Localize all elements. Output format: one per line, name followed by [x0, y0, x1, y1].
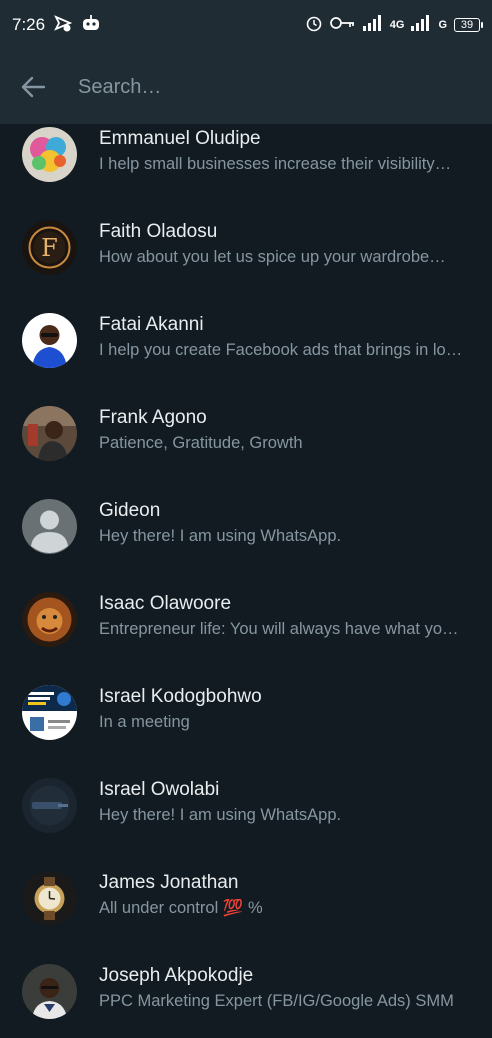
- contact-text: Faith Oladosu How about you let us spice…: [99, 221, 474, 267]
- contact-item[interactable]: Joseph Akpokodje PPC Marketing Expert (F…: [0, 945, 492, 1038]
- avatar: [22, 871, 77, 926]
- contact-about: I help small businesses increase their v…: [99, 155, 452, 173]
- contact-item[interactable]: James Jonathan All under control 💯 %: [0, 852, 492, 945]
- avatar: [22, 406, 77, 461]
- contact-item[interactable]: F Faith Oladosu How about you let us spi…: [0, 201, 492, 294]
- contact-about: In a meeting: [99, 713, 190, 731]
- avatar: [22, 592, 77, 647]
- contact-about: Hey there! I am using WhatsApp.: [99, 806, 342, 824]
- contact-item[interactable]: Israel Kodogbohwo In a meeting: [0, 666, 492, 759]
- avatar: [22, 778, 77, 833]
- contact-about: Entrepreneur life: You will always have …: [99, 620, 459, 638]
- contact-item[interactable]: Gideon Hey there! I am using WhatsApp.: [0, 480, 492, 573]
- key-icon: [329, 15, 356, 35]
- contact-item[interactable]: Fatai Akanni I help you create Facebook …: [0, 294, 492, 387]
- contact-name: Israel Kodogbohwo: [99, 686, 262, 707]
- sim2-network: G: [438, 19, 447, 31]
- signal-icon-2: [411, 14, 431, 36]
- contact-about: Patience, Gratitude, Growth: [99, 434, 303, 452]
- contact-about: Hey there! I am using WhatsApp.: [99, 527, 342, 545]
- status-bar: 7:26 4G G 39: [0, 0, 492, 50]
- search-input[interactable]: [76, 74, 440, 100]
- avatar: F: [22, 220, 77, 275]
- contact-text: Israel Owolabi Hey there! I am using Wha…: [99, 779, 474, 825]
- contact-name: Israel Owolabi: [99, 779, 220, 800]
- battery-icon: 39: [454, 18, 483, 32]
- contact-item[interactable]: Emmanuel Oludipe I help small businesses…: [0, 108, 492, 201]
- contact-item[interactable]: Israel Owolabi Hey there! I am using Wha…: [0, 759, 492, 852]
- contact-text: Israel Kodogbohwo In a meeting: [99, 686, 474, 732]
- signal-icon: [362, 14, 383, 36]
- contact-item[interactable]: Frank Agono Patience, Gratitude, Growth: [0, 387, 492, 480]
- contact-name: James Jonathan: [99, 872, 239, 893]
- avatar: [22, 685, 77, 740]
- contact-text: Frank Agono Patience, Gratitude, Growth: [99, 407, 474, 453]
- contact-text: Gideon Hey there! I am using WhatsApp.: [99, 500, 474, 546]
- contact-about: All under control 💯 %: [99, 899, 263, 917]
- contact-text: Isaac Olawoore Entrepreneur life: You wi…: [99, 593, 474, 639]
- contact-name: Fatai Akanni: [99, 314, 204, 335]
- contact-about: PPC Marketing Expert (FB/IG/Google Ads) …: [99, 992, 454, 1010]
- contact-text: James Jonathan All under control 💯 %: [99, 872, 474, 918]
- contact-about: I help you create Facebook ads that brin…: [99, 341, 463, 359]
- battery-level: 39: [460, 19, 474, 31]
- avatar-logo-letter: F: [41, 234, 58, 262]
- contact-name: Faith Oladosu: [99, 221, 218, 242]
- contact-name: Gideon: [99, 500, 161, 521]
- avatar: [22, 964, 77, 1019]
- contact-name: Frank Agono: [99, 407, 207, 428]
- contact-item[interactable]: Isaac Olawoore Entrepreneur life: You wi…: [0, 573, 492, 666]
- default-avatar-icon: [22, 499, 77, 554]
- status-right: 4G G 39: [305, 14, 483, 37]
- status-left: 7:26: [12, 13, 101, 38]
- contact-text: Emmanuel Oludipe I help small businesses…: [99, 128, 474, 174]
- avatar: [22, 127, 77, 182]
- contact-name: Emmanuel Oludipe: [99, 128, 261, 149]
- status-time: 7:26: [12, 15, 46, 34]
- contact-name: Joseph Akpokodje: [99, 965, 254, 986]
- back-arrow-icon[interactable]: [18, 72, 48, 102]
- alarm-icon: [305, 14, 323, 37]
- contact-name: Isaac Olawoore: [99, 593, 232, 614]
- bot-icon: [81, 14, 101, 37]
- contact-text: Joseph Akpokodje PPC Marketing Expert (F…: [99, 965, 474, 1011]
- contact-about: How about you let us spice up your wardr…: [99, 248, 446, 266]
- avatar: [22, 313, 77, 368]
- send-icon: [53, 13, 73, 38]
- network-type: 4G: [389, 19, 405, 31]
- contact-text: Fatai Akanni I help you create Facebook …: [99, 314, 474, 360]
